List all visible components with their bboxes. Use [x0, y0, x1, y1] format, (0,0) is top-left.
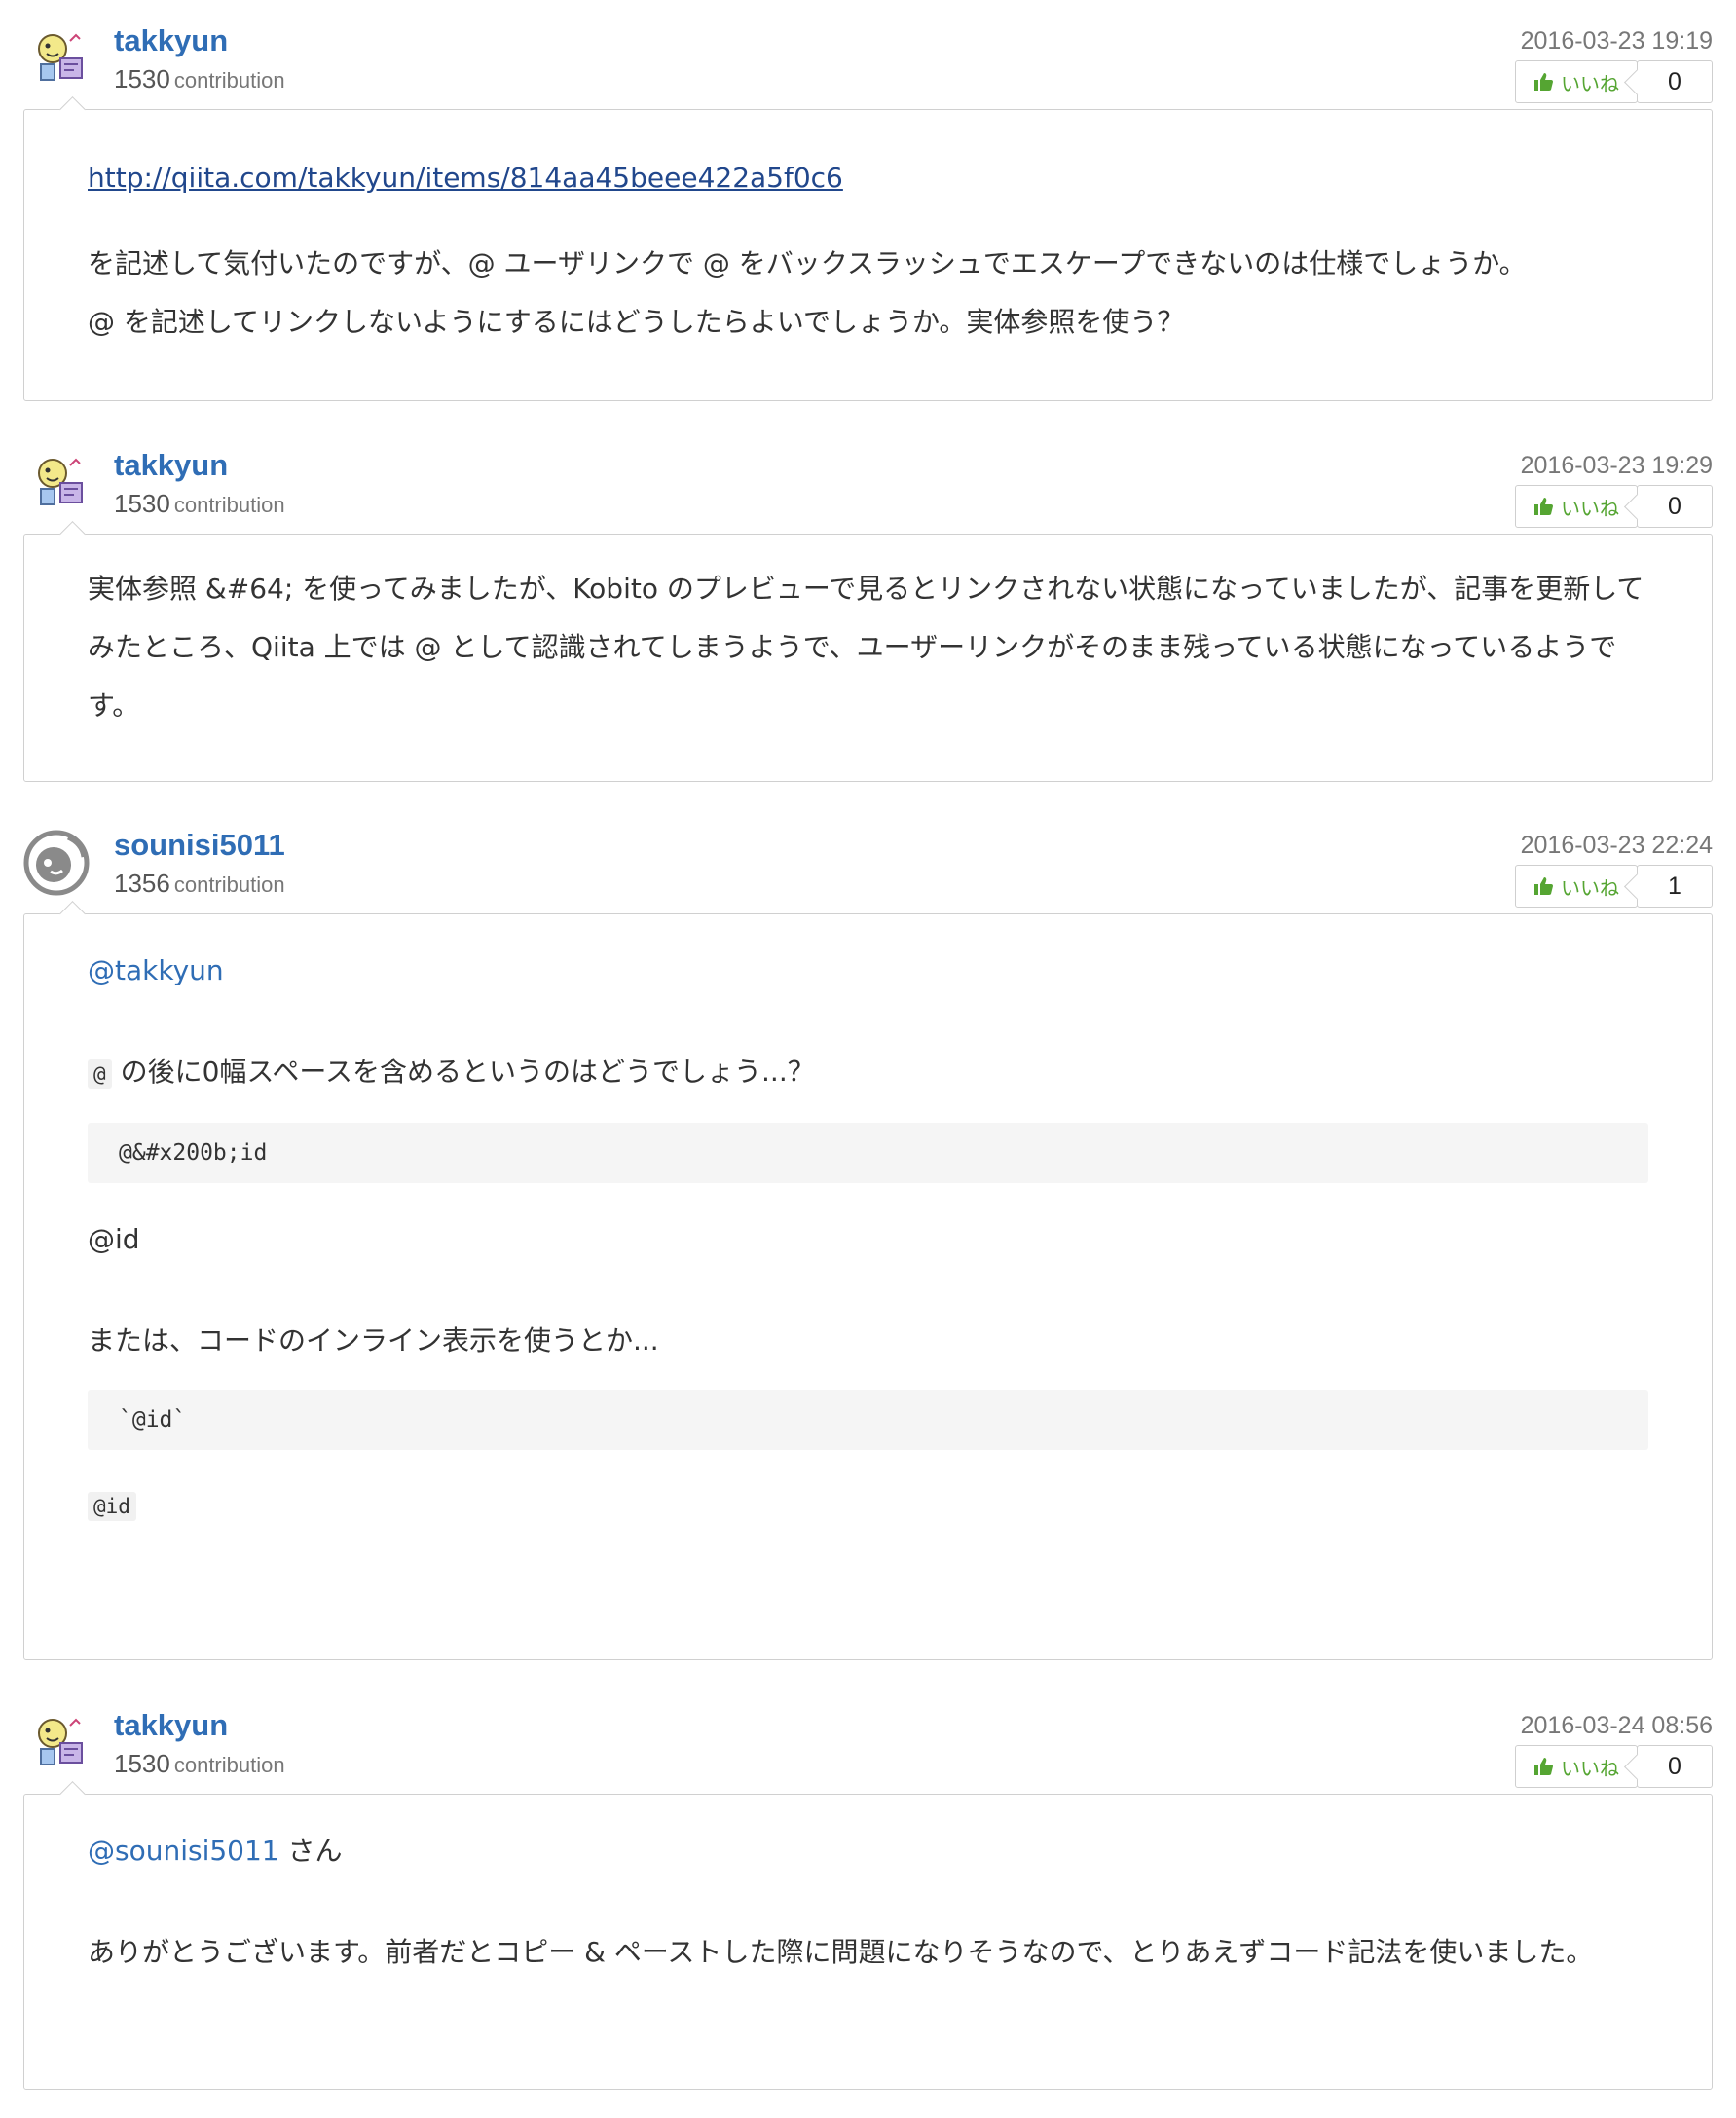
comment-body: http://qiita.com/takkyun/items/814aa45be… [23, 109, 1713, 401]
timestamp[interactable]: 2016-03-24 08:56 [1521, 1710, 1713, 1741]
comment-text: の後に0幅スペースを含めるというのはどうでしょう...？ [120, 1056, 815, 1088]
contribution-label: contribution [173, 873, 285, 897]
comment-text-line: @ を記述してリンクしないようにするにはどうしたらよいでしょうか。実体参照を使う… [88, 306, 1185, 338]
pixel-character-avatar-icon [38, 1718, 83, 1765]
user-mention-link[interactable]: @takkyun [88, 954, 224, 986]
contribution: 1530 contribution [114, 1747, 285, 1782]
username-link[interactable]: takkyun [114, 1706, 228, 1745]
comment-body: @sounisi5011 さん ありがとうございます。前者だとコピー & ペース… [23, 1794, 1713, 2090]
comment-text: ありがとうございます。前者だとコピー & ペーストした際に問題になりそうなので、… [88, 1936, 1594, 1968]
timestamp[interactable]: 2016-03-23 19:29 [1521, 450, 1713, 481]
like-button[interactable]: いいね [1515, 1745, 1638, 1788]
avatar[interactable] [27, 446, 97, 516]
contribution-label: contribution [173, 493, 285, 517]
comment-text: または、コードのインライン表示を使うとか... [88, 1324, 659, 1356]
contribution: 1530 contribution [114, 487, 285, 522]
comment-body: 実体参照 &#64; を使ってみましたが、Kobito のプレビューで見るとリン… [23, 534, 1713, 782]
like-button[interactable]: いいね [1515, 60, 1638, 103]
pixel-character-avatar-icon [38, 33, 83, 81]
pixel-character-avatar-icon [38, 458, 83, 505]
timestamp[interactable]: 2016-03-23 19:19 [1521, 25, 1713, 56]
user-mention-link[interactable]: @sounisi5011 [88, 1835, 279, 1867]
thumbs-up-icon [1534, 877, 1553, 895]
like-count[interactable]: 0 [1637, 60, 1713, 103]
comment-body: @takkyun @ の後に0幅スペースを含めるというのはどうでしょう...？ … [23, 913, 1713, 1660]
code-block: @&#x200b;id [88, 1123, 1648, 1183]
comment: sounisi5011 1356 contribution 2016-03-23 … [0, 826, 1736, 1660]
contribution-label: contribution [173, 68, 285, 93]
like-count[interactable]: 0 [1637, 1745, 1713, 1788]
thumbs-up-icon [1534, 1758, 1553, 1775]
inline-code: @ [88, 1059, 112, 1089]
contribution: 1356 contribution [114, 867, 285, 902]
thumbs-up-icon [1534, 498, 1553, 515]
comment: takkyun 1530 contribution 2016-03-24 08:5… [0, 1706, 1736, 2090]
comment-list: takkyun 1530 contribution 2016-03-23 19:1… [0, 0, 1736, 2118]
contribution: 1530 contribution [114, 62, 285, 97]
comment: takkyun 1530 contribution 2016-03-23 19:1… [0, 21, 1736, 401]
comment-header: takkyun 1530 contribution 2016-03-23 19:1… [0, 21, 1736, 109]
like-label: いいね [1561, 71, 1619, 95]
contribution-count: 1530 [114, 1749, 170, 1778]
comment-header: takkyun 1530 contribution 2016-03-24 08:5… [0, 1706, 1736, 1794]
mention-suffix: さん [278, 1835, 343, 1867]
avatar[interactable] [27, 21, 97, 92]
grey-circular-logo-avatar-icon [23, 830, 90, 896]
comment-text-line: を記述して気付いたのですが、@ ユーザリンクで @ をバックスラッシュでエスケー… [88, 247, 1527, 279]
article-link[interactable]: http://qiita.com/takkyun/items/814aa45be… [88, 162, 843, 194]
contribution-label: contribution [173, 1753, 285, 1777]
username-link[interactable]: takkyun [114, 446, 228, 485]
rendered-result: @id [88, 1223, 140, 1255]
code-block: `@id` [88, 1390, 1648, 1450]
thumbs-up-icon [1534, 73, 1553, 91]
comment-header: takkyun 1530 contribution 2016-03-23 19:2… [0, 446, 1736, 534]
username-link[interactable]: takkyun [114, 21, 228, 60]
like-label: いいね [1561, 496, 1619, 520]
like-label: いいね [1561, 875, 1619, 900]
like-count[interactable]: 0 [1637, 485, 1713, 528]
avatar[interactable] [27, 1706, 97, 1776]
avatar[interactable] [21, 826, 92, 896]
like-button[interactable]: いいね [1515, 485, 1638, 528]
like-button[interactable]: いいね [1515, 865, 1638, 908]
contribution-count: 1530 [114, 64, 170, 93]
username-link[interactable]: sounisi5011 [114, 826, 285, 865]
comment-header: sounisi5011 1356 contribution 2016-03-23 … [0, 826, 1736, 913]
comment-text: 実体参照 &#64; を使ってみましたが、Kobito のプレビューで見るとリン… [88, 573, 1644, 722]
like-count[interactable]: 1 [1637, 865, 1713, 908]
comment: takkyun 1530 contribution 2016-03-23 19:2… [0, 446, 1736, 782]
like-label: いいね [1561, 1756, 1619, 1780]
contribution-count: 1530 [114, 489, 170, 518]
inline-code: @id [88, 1492, 136, 1521]
timestamp[interactable]: 2016-03-23 22:24 [1521, 830, 1713, 861]
contribution-count: 1356 [114, 869, 170, 898]
